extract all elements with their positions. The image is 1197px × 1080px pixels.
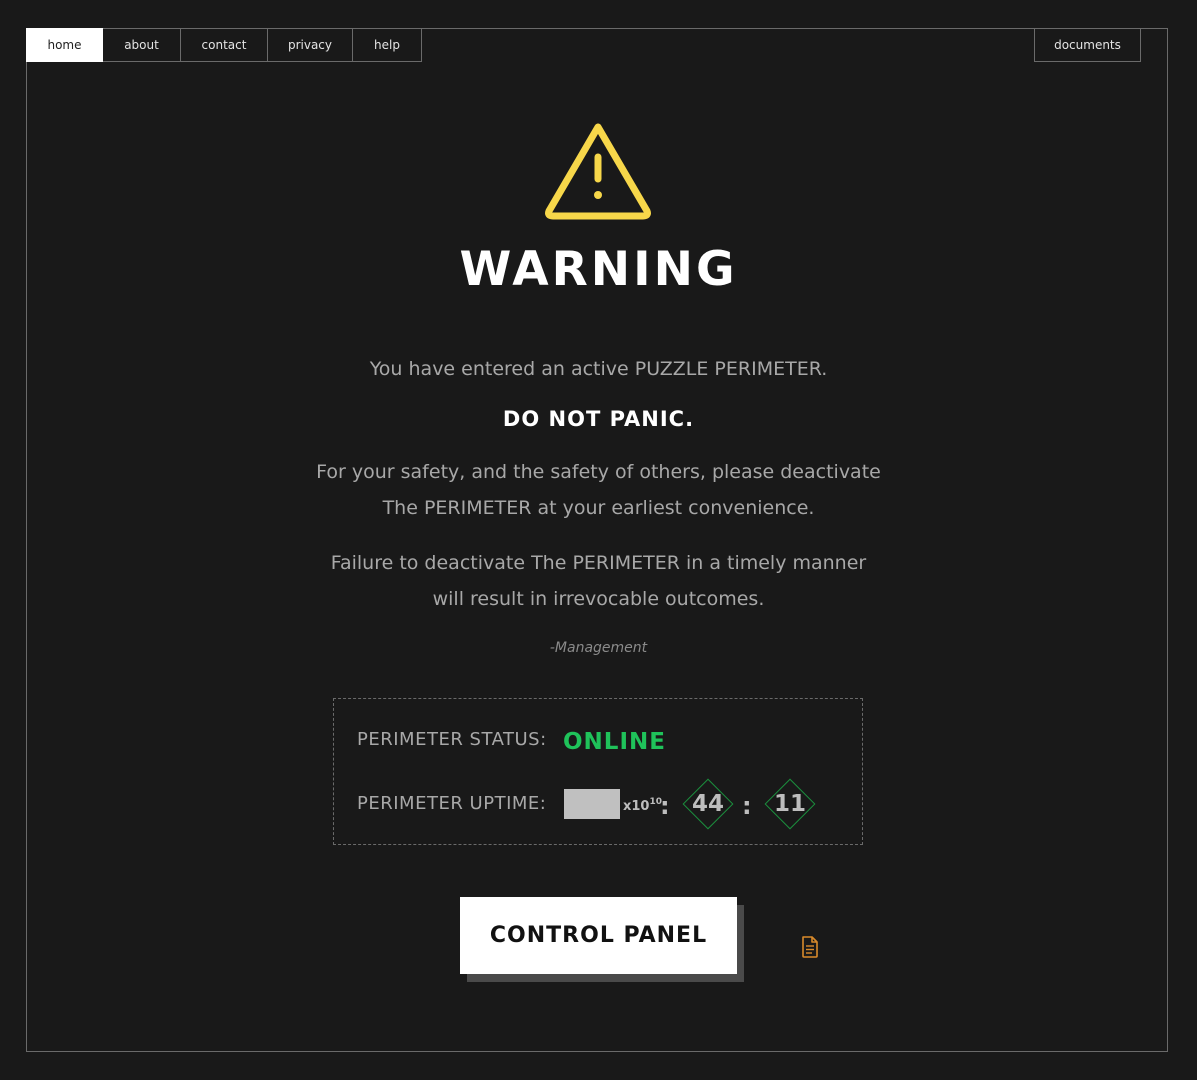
status-label: PERIMETER STATUS: — [357, 729, 547, 750]
uptime-minutes-value: 44 — [691, 791, 724, 817]
status-value: ONLINE — [563, 729, 666, 755]
message-panic: DO NOT PANIC. — [502, 407, 695, 431]
uptime-minutes: 44 — [682, 778, 734, 830]
nav-home[interactable]: home — [26, 28, 103, 62]
document-icon[interactable] — [801, 936, 819, 958]
top-nav: home about contact privacy help — [26, 28, 422, 62]
message-failure-line-2: will result in irrevocable outcomes. — [432, 588, 765, 610]
perimeter-status-panel: PERIMETER STATUS: ONLINE PERIMETER UPTIM… — [333, 698, 863, 845]
nav-privacy[interactable]: privacy — [268, 28, 353, 62]
message-signature: -Management — [549, 640, 648, 656]
control-panel-button[interactable]: CONTROL PANEL — [460, 897, 737, 974]
message-failure-line-1: Failure to deactivate The PERIMETER in a… — [330, 552, 867, 574]
uptime-exponent-base: x10 — [623, 799, 650, 814]
uptime-label: PERIMETER UPTIME: — [357, 793, 547, 814]
uptime-separator: : — [660, 792, 670, 820]
uptime-separator: : — [742, 792, 752, 820]
nav-contact[interactable]: contact — [181, 28, 268, 62]
message-safety-line-2: The PERIMETER at your earliest convenien… — [382, 497, 815, 519]
uptime-exponent: x1010 — [623, 793, 662, 816]
nav-documents[interactable]: documents — [1034, 28, 1141, 62]
warning-title: WARNING — [459, 242, 738, 297]
warning-triangle-icon — [545, 123, 651, 220]
nav-about[interactable]: about — [103, 28, 181, 62]
uptime-seconds: 11 — [764, 778, 816, 830]
nav-help[interactable]: help — [353, 28, 422, 62]
uptime-seconds-value: 11 — [773, 791, 806, 817]
uptime-redacted-block — [564, 789, 620, 819]
message-intro: You have entered an active PUZZLE PERIME… — [369, 358, 828, 380]
message-safety-line-1: For your safety, and the safety of other… — [316, 461, 881, 483]
